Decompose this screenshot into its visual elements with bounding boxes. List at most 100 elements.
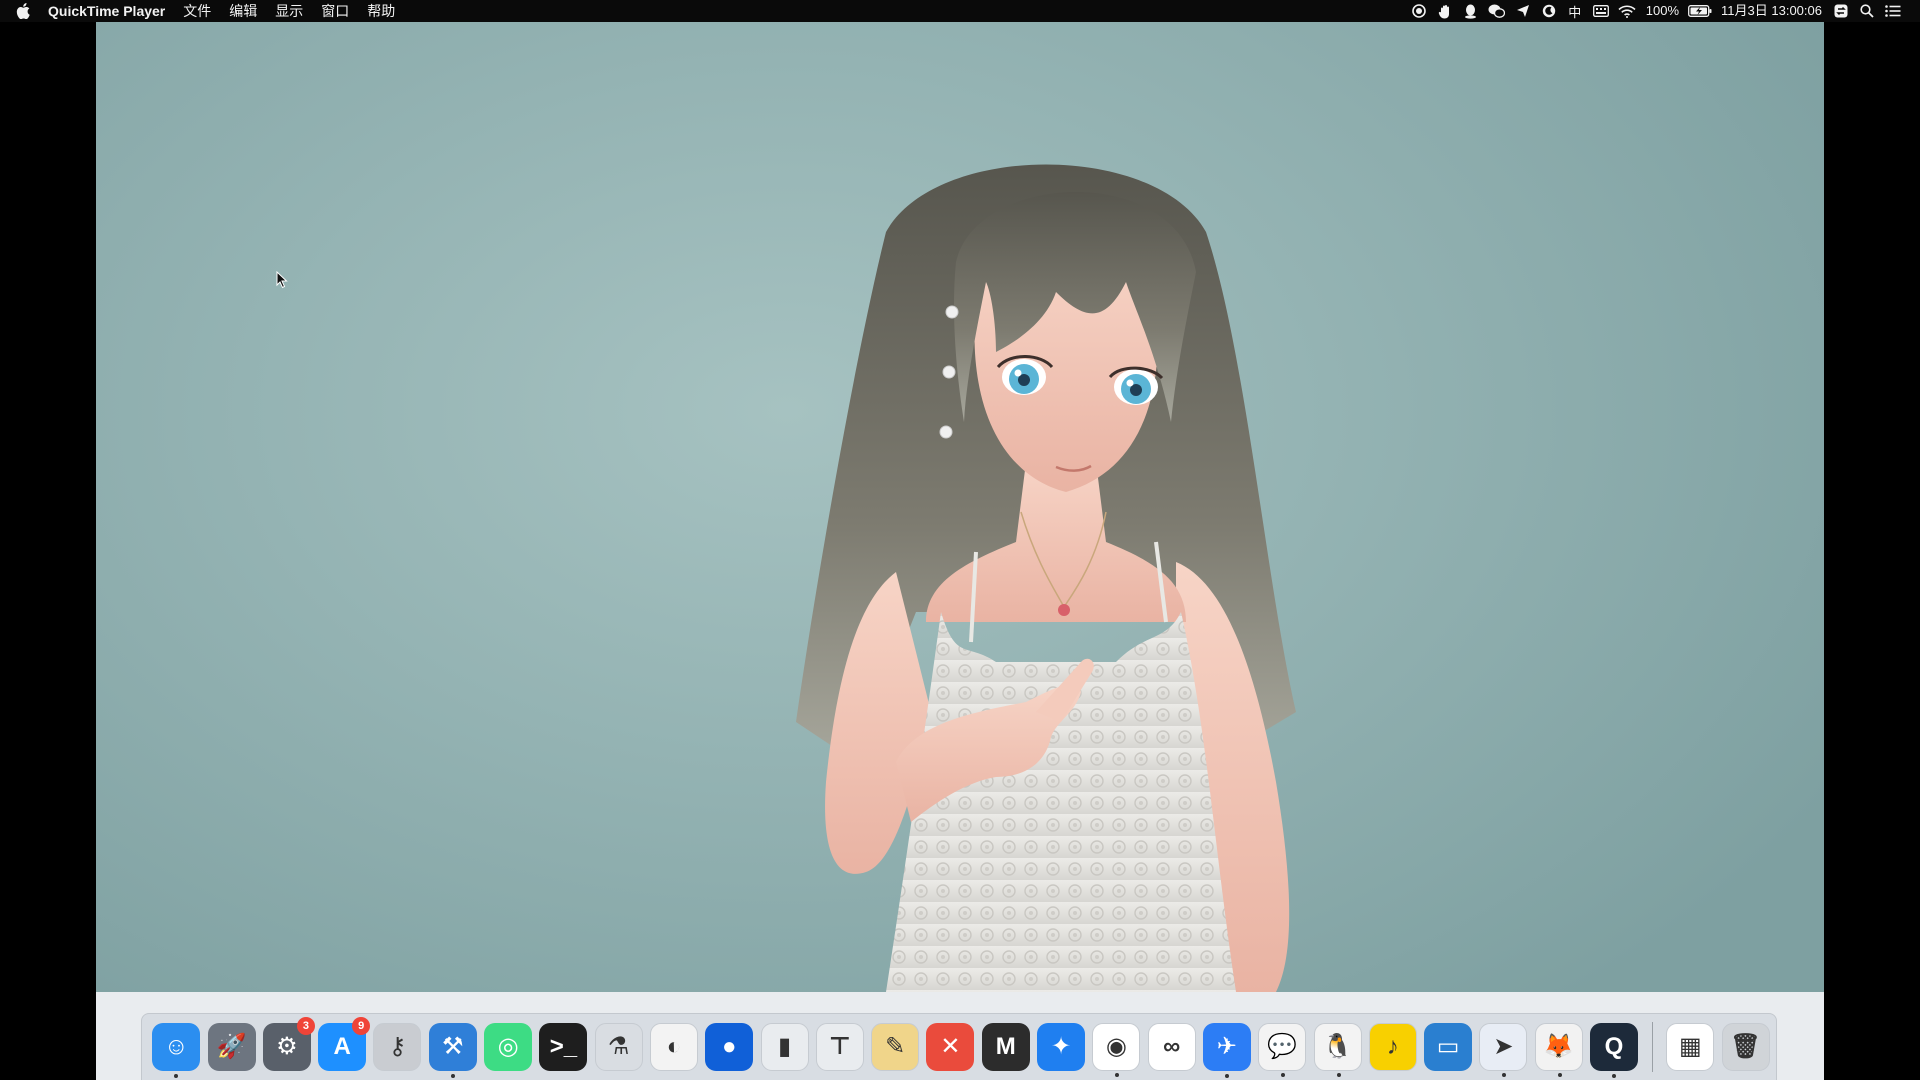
running-indicator [450,1074,455,1078]
running-indicator [1281,1073,1286,1077]
dock-app-keynote[interactable]: ⊤ [815,1023,864,1071]
spotlight-search-icon[interactable] [1854,0,1880,22]
dock-app-finder[interactable]: ☺ [152,1023,201,1078]
dock-app-trash[interactable]: 🗑 [1721,1023,1770,1071]
hand-icon[interactable] [1432,0,1458,22]
notification-badge: 9 [352,1017,371,1035]
dock-separator [1652,1022,1654,1072]
dock-app-baidu-netdisk[interactable]: ∞ [1147,1023,1196,1071]
dock-app-qr-code[interactable]: ▦ [1666,1023,1715,1071]
quicktime-player-icon: Q [1604,1033,1624,1060]
qq-music-icon: ♪ [1386,1033,1399,1060]
dock-app-keychain-access[interactable]: ⚷ [373,1023,422,1071]
feishu-tray-icon[interactable] [1510,0,1536,22]
console-icon: M [995,1033,1016,1060]
quicktime-video-frame[interactable] [96,22,1824,992]
xmind-icon: ✕ [940,1033,961,1060]
xcode-icon: ⚒ [442,1033,464,1060]
keyboard-icon[interactable] [1588,0,1614,22]
dock-app-terminal[interactable]: >_ [539,1023,588,1071]
dock-app-hbuilder[interactable]: ◐ [649,1023,698,1071]
system-preferences-icon: ⚙ [276,1033,298,1060]
trash-icon: 🗑 [1730,1033,1761,1060]
dock-app-swift-playgrounds[interactable]: ➤ [1479,1023,1528,1077]
dock: ☺ 🚀 ⚙ 3 A 9 ⚷ ⚒ ◎ >_ ⚗ ◐ ● ▮ ⊤ ✎ ✕ M ✦ ◉ ∞ ✈ 💬 🐧 ♪ ▭ ➤ 🦊 Q ▦ 🗑 [141,1013,1777,1080]
qr-code-icon: ▦ [1678,1033,1702,1060]
chrome-icon: ◉ [1105,1033,1127,1060]
sourcetree-icon: ● [722,1033,737,1060]
dock-app-console[interactable]: M [981,1023,1030,1071]
dock-app-quicktime-player[interactable]: Q [1590,1023,1639,1078]
firefox-icon: 🦊 [1543,1033,1574,1060]
terminal-icon: >_ [549,1033,578,1060]
dock-app-system-preferences[interactable]: ⚙ 3 [262,1017,315,1071]
wechat-tray-icon[interactable] [1484,0,1510,22]
numbers-icon: ▮ [777,1033,792,1060]
dock-app-chrome[interactable]: ◉ [1092,1023,1141,1077]
dock-app-app-store[interactable]: A9 [318,1017,371,1071]
desktop-screen: QuickTime Player 文件 编辑 显示 窗口 帮助 中 100% 1… [0,0,1920,1080]
menu-help[interactable]: 帮助 [358,0,404,22]
app-store-icon: A [333,1033,351,1060]
dock-app-pages[interactable]: ✎ [871,1023,920,1071]
apple-icon [16,3,30,19]
wifi-icon[interactable] [1614,0,1640,22]
wechat-icon: 💬 [1267,1033,1298,1060]
dock-app-android-studio[interactable]: ◎ [484,1023,533,1071]
baidu-netdisk-icon: ∞ [1163,1033,1181,1060]
menu-view[interactable]: 显示 [266,0,312,22]
battery-percentage: 100% [1645,3,1680,18]
running-indicator [1115,1073,1120,1077]
dock-app-numbers[interactable]: ▮ [760,1023,809,1071]
dnd-icon[interactable] [1536,0,1562,22]
dock-app-firefox[interactable]: 🦊 [1534,1023,1583,1077]
dock-app-launchpad[interactable]: 🚀 [207,1023,256,1071]
dock-app-xcode[interactable]: ⚒ [428,1023,477,1078]
input-method-icon[interactable]: 中 [1562,0,1588,22]
dock-app-wechat[interactable]: 💬 [1258,1023,1307,1077]
running-indicator [1612,1074,1617,1078]
dock-app-sourcetree[interactable]: ● [705,1023,754,1071]
finder-icon: ☺ [164,1033,189,1060]
feishu-icon: ✈ [1216,1033,1237,1060]
menu-window[interactable]: 窗口 [312,0,358,22]
pages-icon: ✎ [885,1033,906,1060]
swift-playgrounds-icon: ➤ [1493,1033,1514,1060]
menu-bar: QuickTime Player 文件 编辑 显示 窗口 帮助 中 100% 1… [0,0,1920,22]
menu-edit[interactable]: 编辑 [220,0,266,22]
screen-record-icon[interactable] [1406,0,1432,22]
sync-icon[interactable] [1828,0,1854,22]
qq-icon: 🐧 [1322,1033,1353,1060]
qq-tray-icon[interactable] [1458,0,1484,22]
menu-bar-tray: 中 100% 11月3日 13:00:06 [1406,0,1920,22]
dock-app-simulator[interactable]: ▭ [1424,1023,1473,1071]
running-indicator [174,1074,179,1078]
menu-bar-left: QuickTime Player 文件 编辑 显示 窗口 帮助 [0,0,404,22]
app-menu-quicktime[interactable]: QuickTime Player [46,0,174,22]
apple-menu[interactable] [0,3,46,19]
notification-badge: 3 [296,1017,315,1035]
running-indicator [1224,1074,1229,1078]
simulator-icon: ▭ [1436,1033,1460,1060]
dock-app-qq[interactable]: 🐧 [1313,1023,1362,1077]
dock-app-safari[interactable]: ✦ [1037,1023,1086,1071]
keychain-access-icon: ⚷ [388,1033,407,1060]
hbuilder-icon: ◐ [666,1033,682,1060]
cocoapods-icon: ⚗ [607,1033,630,1060]
keynote-icon: ⊤ [828,1033,851,1060]
battery-icon[interactable] [1685,0,1715,22]
clock[interactable]: 11月3日 13:00:06 [1715,0,1828,22]
mouse-cursor [276,270,288,294]
notification-center-icon[interactable] [1880,0,1906,22]
dock-app-cocoapods[interactable]: ⚗ [594,1023,643,1071]
running-indicator [1502,1073,1507,1077]
android-studio-icon: ◎ [497,1033,519,1060]
running-indicator [1336,1073,1341,1077]
video-character-image [796,164,1296,992]
launchpad-icon: 🚀 [216,1033,247,1060]
dock-app-qq-music[interactable]: ♪ [1368,1023,1417,1071]
safari-icon: ✦ [1050,1033,1072,1060]
dock-app-feishu[interactable]: ✈ [1202,1023,1251,1078]
dock-app-xmind[interactable]: ✕ [926,1023,975,1071]
menu-file[interactable]: 文件 [174,0,220,22]
